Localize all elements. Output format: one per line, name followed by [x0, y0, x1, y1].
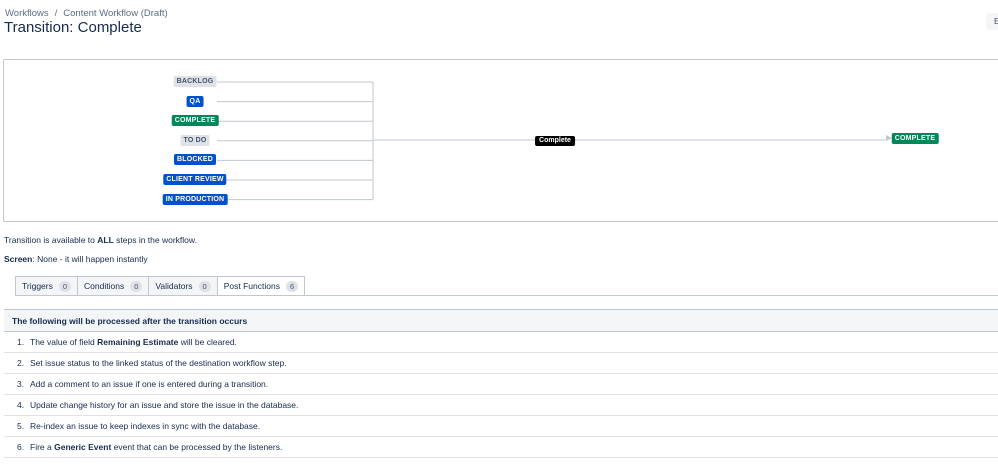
source-status-blocked[interactable]: BLOCKED [173, 154, 217, 166]
availability-suffix: steps in the workflow. [116, 235, 197, 245]
row-number: 6. [17, 442, 25, 452]
row-text-suffix: event that can be processed by the liste… [113, 442, 283, 452]
post-function-row: 4. Update change history for an issue and… [4, 395, 998, 416]
transition-tabs: Triggers 0 Conditions 0 Validators 0 Pos… [15, 276, 306, 296]
row-field-name: Remaining Estimate [97, 337, 179, 347]
page-title: Transition: Complete [4, 19, 142, 36]
breadcrumb: Workflows / Content Workflow (Draft) [5, 8, 168, 19]
post-functions-header: The following will be processed after th… [4, 310, 998, 332]
row-number: 3. [17, 379, 25, 389]
availability-emphasis: ALL [97, 235, 114, 245]
source-status-to-do[interactable]: TO DO [180, 134, 210, 146]
tab-count-badge: 0 [130, 280, 143, 292]
tab-validators[interactable]: Validators 0 [148, 276, 217, 296]
source-status-client-review[interactable]: CLIENT REVIEW [163, 174, 227, 185]
tab-conditions[interactable]: Conditions 0 [77, 276, 149, 296]
post-function-row: 2. Set issue status to the linked status … [4, 353, 998, 374]
transition-label[interactable]: Complete [535, 136, 575, 146]
source-status-qa[interactable]: QA [186, 95, 204, 107]
post-function-row: 3. Add a comment to an issue if one is en… [4, 374, 998, 395]
tab-label: Conditions [84, 281, 125, 291]
target-status-complete[interactable]: COMPLETE [891, 133, 939, 144]
row-number: 5. [17, 421, 25, 431]
post-function-row: 1. The value of field Remaining Estimate … [4, 332, 998, 353]
breadcrumb-workflows-link[interactable]: Workflows [5, 8, 49, 19]
tab-post-functions[interactable]: Post Functions 6 [216, 276, 306, 296]
screen-label: Screen [4, 254, 33, 264]
tab-count-badge: 6 [285, 280, 299, 292]
tab-count-badge: 0 [198, 280, 211, 292]
tab-label: Post Functions [223, 281, 280, 291]
source-status-in-production[interactable]: IN PRODUCTION [162, 193, 228, 205]
tab-count-badge: 0 [58, 280, 72, 292]
availability-prefix: Transition is available to [4, 235, 95, 245]
breadcrumb-workflow-link[interactable]: Content Workflow (Draft) [63, 8, 167, 19]
tab-underline-divider [15, 295, 998, 296]
row-number: 1. [17, 337, 25, 347]
tab-label: Triggers [22, 281, 53, 291]
edit-button[interactable]: E [986, 13, 998, 30]
row-field-name: Generic Event [54, 442, 112, 452]
source-status-backlog[interactable]: BACKLOG [173, 76, 217, 87]
row-text: Set issue status to the linked status of… [30, 358, 287, 368]
row-text-suffix: will be cleared. [180, 337, 237, 347]
row-number: 2. [17, 358, 25, 368]
source-status-complete[interactable]: COMPLETE [171, 115, 219, 127]
row-text: Fire a [30, 442, 52, 452]
post-functions-table: The following will be processed after th… [4, 309, 998, 458]
row-text: The value of field [30, 337, 95, 347]
post-function-row: 6. Fire a Generic Event event that can be… [4, 437, 998, 458]
row-text: Update change history for an issue and s… [30, 400, 299, 410]
post-function-row: 5. Re-index an issue to keep indexes in s… [4, 416, 998, 437]
diagram-connector-lines [217, 81, 892, 201]
row-text: Re-index an issue to keep indexes in syn… [30, 421, 261, 431]
breadcrumb-separator: / [54, 8, 58, 19]
availability-text: Transition is available to ALL steps in … [4, 235, 197, 245]
workflow-diagram: BACKLOG QA COMPLETE TO DO BLOCKED CLIENT REVI… [3, 59, 998, 222]
row-number: 4. [17, 400, 25, 410]
screen-text: Screen: None - it will happen instantly [4, 254, 148, 264]
row-text: Add a comment to an issue if one is ente… [30, 379, 269, 389]
tab-triggers[interactable]: Triggers 0 [15, 276, 78, 296]
tab-label: Validators [155, 281, 193, 291]
screen-value: : None - it will happen instantly [32, 254, 148, 264]
